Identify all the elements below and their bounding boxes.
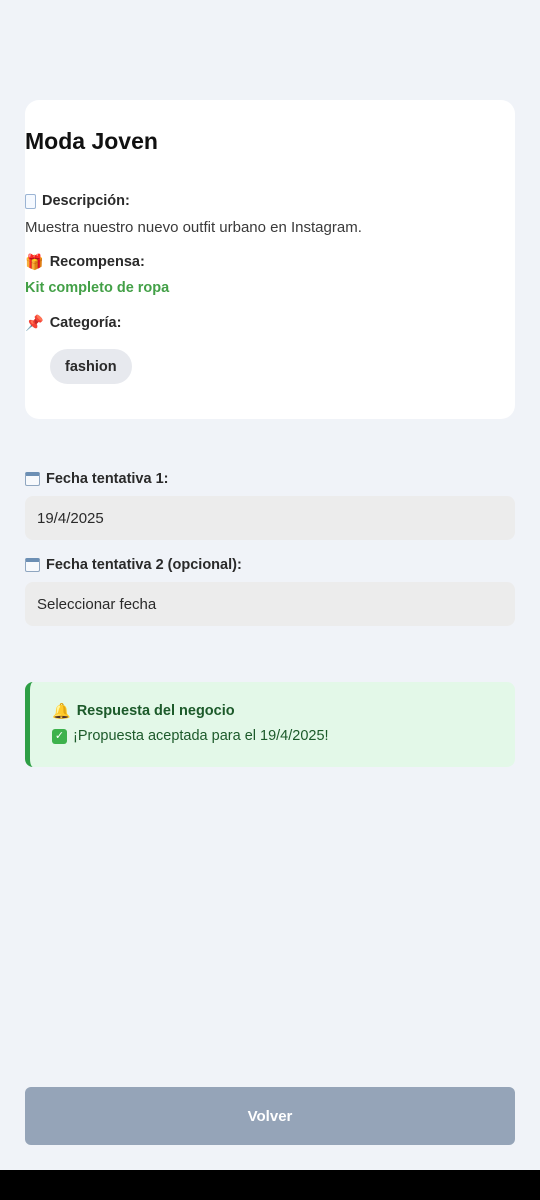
response-title: Respuesta del negocio bbox=[76, 703, 235, 719]
business-response: 🔔 Respuesta del negocio ✓ ¡Propuesta ace… bbox=[25, 682, 515, 767]
date2-label: Fecha tentativa 2 (opcional): bbox=[46, 557, 242, 573]
category-chip: fashion bbox=[50, 349, 132, 384]
back-button[interactable]: Volver bbox=[25, 1087, 515, 1145]
date2-field[interactable]: Seleccionar fecha bbox=[25, 582, 515, 626]
bell-icon: 🔔 bbox=[52, 702, 71, 720]
calendar-icon bbox=[25, 558, 40, 572]
check-mark-icon: ✓ bbox=[52, 728, 67, 744]
date2-heading: Fecha tentativa 2 (opcional): bbox=[25, 557, 242, 573]
date1-heading: Fecha tentativa 1: bbox=[25, 471, 169, 487]
date1-field[interactable]: 19/4/2025 bbox=[25, 496, 515, 540]
response-heading: 🔔 Respuesta del negocio bbox=[52, 703, 235, 719]
date1-label: Fecha tentativa 1: bbox=[46, 471, 169, 487]
system-navigation-bar bbox=[0, 1170, 540, 1200]
category-container: fashion bbox=[25, 100, 515, 419]
response-body: ✓ ¡Propuesta aceptada para el 19/4/2025! bbox=[52, 728, 329, 744]
response-message: ¡Propuesta aceptada para el 19/4/2025! bbox=[73, 728, 329, 744]
calendar-icon bbox=[25, 472, 40, 486]
